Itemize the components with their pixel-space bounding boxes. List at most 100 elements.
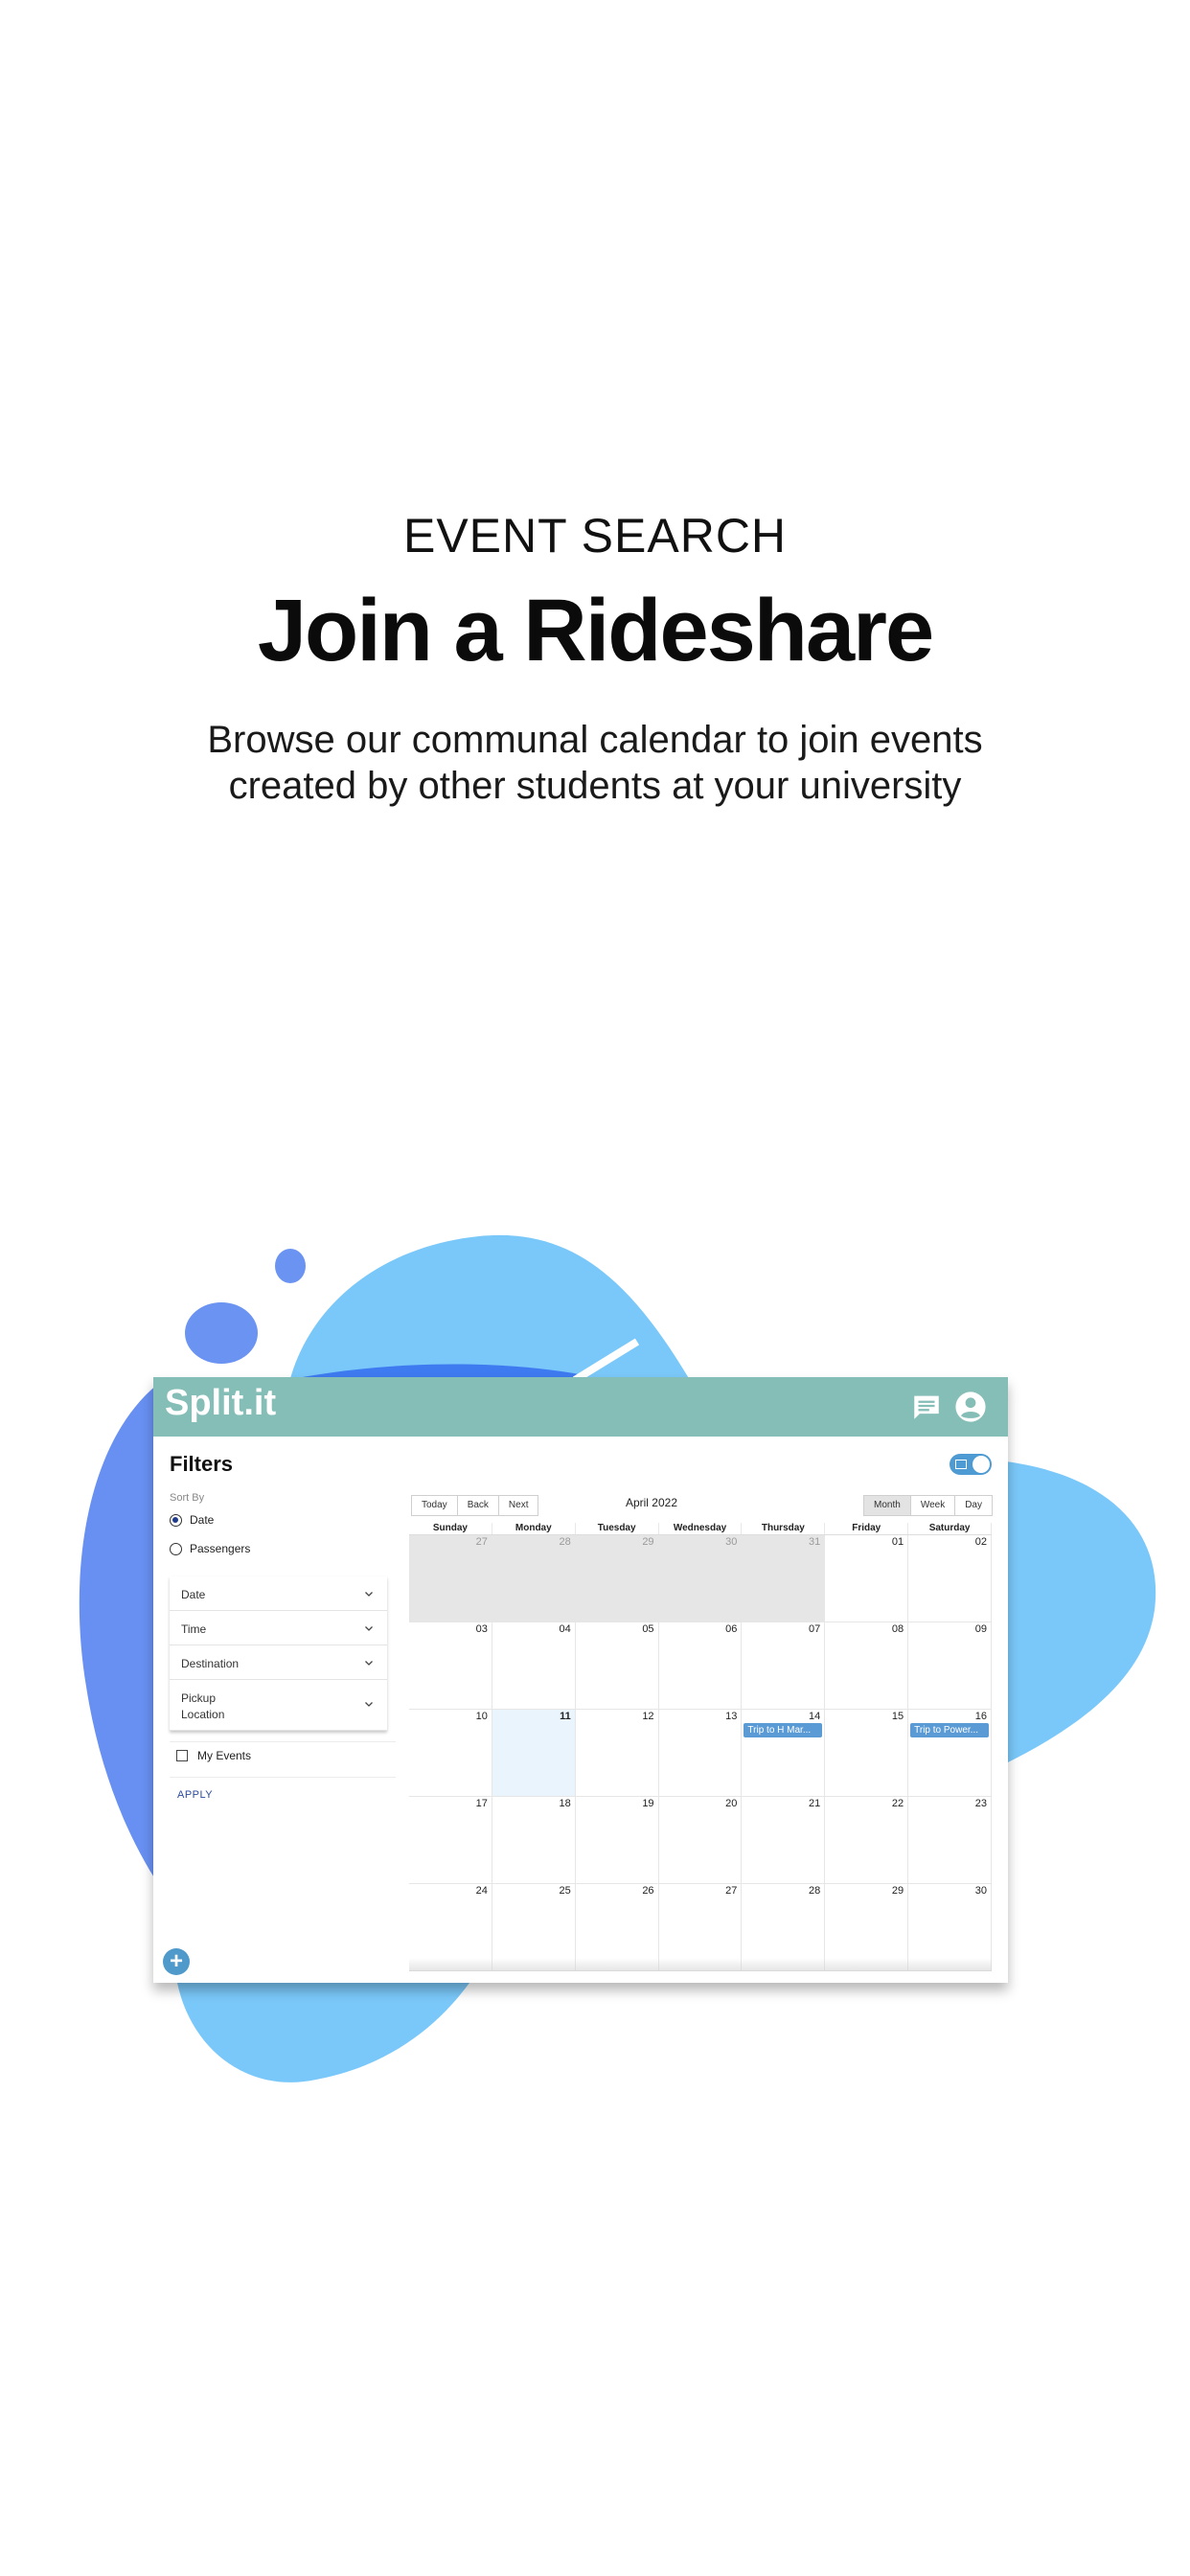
day-number: 14	[809, 1711, 821, 1722]
calendar-day-cell[interactable]: 15	[825, 1710, 909, 1797]
day-number: 08	[891, 1623, 904, 1635]
divider	[170, 1777, 396, 1778]
apply-button[interactable]: APPLY	[177, 1789, 213, 1801]
calendar-day-cell[interactable]: 06	[658, 1622, 743, 1710]
dropdown-destination[interactable]: Destination	[170, 1645, 387, 1680]
calendar-day-cell[interactable]: 20	[658, 1797, 743, 1884]
calendar-day-cell[interactable]: 30	[658, 1535, 743, 1622]
calendar-day-cell[interactable]: 31	[742, 1535, 826, 1622]
weekday-label: Thursday	[742, 1523, 826, 1534]
day-number: 10	[475, 1711, 488, 1722]
back-button[interactable]: Back	[456, 1495, 499, 1516]
my-events-label: My Events	[197, 1749, 252, 1762]
calendar-day-cell[interactable]: 10	[409, 1710, 492, 1797]
dropdown-date[interactable]: Date	[170, 1576, 387, 1611]
today-button[interactable]: Today	[411, 1495, 458, 1516]
calendar-event[interactable]: Trip to H Mar...	[744, 1723, 823, 1737]
calendar-day-cell[interactable]: 18	[492, 1797, 576, 1884]
calendar-day-cell[interactable]: 28	[492, 1535, 576, 1622]
dropdown-pickup-location[interactable]: Pickup Location	[170, 1680, 387, 1731]
calendar-day-cell[interactable]: 11	[492, 1710, 576, 1797]
filters-title: Filters	[170, 1452, 234, 1476]
day-number: 07	[809, 1623, 821, 1635]
day-number: 27	[475, 1536, 488, 1548]
sort-option-passengers[interactable]: Passengers	[170, 1542, 250, 1555]
weekday-label: Wednesday	[659, 1523, 743, 1534]
day-number: 23	[974, 1798, 987, 1809]
sort-by-label: Sort By	[170, 1492, 205, 1504]
calendar-day-cell[interactable]: 14 Trip to H Mar...	[742, 1710, 826, 1797]
calendar-views: Month Week Day	[863, 1495, 993, 1516]
calendar-day-cell[interactable]: 13	[658, 1710, 743, 1797]
day-number: 22	[891, 1798, 904, 1809]
dropdown-label: Pickup Location	[181, 1691, 225, 1721]
radio-selected-icon[interactable]	[170, 1513, 182, 1527]
chat-icon[interactable]	[910, 1391, 943, 1423]
chevron-down-icon	[365, 1626, 373, 1631]
dropdown-time[interactable]: Time	[170, 1611, 387, 1645]
radio-unselected-icon[interactable]	[170, 1542, 182, 1555]
calendar-day-cell[interactable]: 17	[409, 1797, 492, 1884]
medium-dot	[185, 1302, 258, 1364]
day-number: 30	[974, 1885, 987, 1897]
day-view-button[interactable]: Day	[954, 1495, 993, 1516]
day-number: 20	[725, 1798, 738, 1809]
next-button[interactable]: Next	[497, 1495, 539, 1516]
calendar-nav: Today Back Next	[411, 1495, 539, 1516]
day-number: 05	[642, 1623, 654, 1635]
day-number: 28	[809, 1885, 821, 1897]
sort-option-date[interactable]: Date	[170, 1513, 214, 1527]
calendar-day-cell[interactable]: 09	[908, 1622, 992, 1710]
day-number: 29	[891, 1885, 904, 1897]
month-view-button[interactable]: Month	[863, 1495, 911, 1516]
week-view-button[interactable]: Week	[909, 1495, 956, 1516]
day-number: 12	[642, 1711, 654, 1722]
add-event-button[interactable]: +	[163, 1948, 190, 1975]
calendar-day-cell[interactable]: 02	[908, 1535, 992, 1622]
subtitle-line-1: Browse our communal calendar to join eve…	[207, 719, 983, 761]
calendar-day-cell[interactable]: 22	[825, 1797, 909, 1884]
account-icon[interactable]	[954, 1391, 987, 1423]
calendar-day-cell[interactable]: 12	[575, 1710, 659, 1797]
chevron-down-icon	[365, 1592, 373, 1597]
calendar-day-cell[interactable]: 03	[409, 1622, 492, 1710]
sort-option-label: Date	[190, 1513, 215, 1527]
day-number: 27	[725, 1885, 738, 1897]
day-number: 15	[891, 1711, 904, 1722]
list-icon	[955, 1460, 967, 1469]
calendar-event[interactable]: Trip to Power...	[910, 1723, 989, 1737]
day-number: 26	[642, 1885, 654, 1897]
checkbox-icon[interactable]	[176, 1750, 188, 1761]
calendar-bottom-shadow	[409, 1958, 992, 1971]
calendar-grid: 27 28 29 30 31 01 02 03 04 05 06 07 08 09 10 11 12 13 14 Tr…	[409, 1535, 992, 1971]
page-subtitle: Browse our communal calendar to join eve…	[0, 717, 1190, 809]
day-number: 11	[560, 1711, 571, 1722]
calendar-day-cell[interactable]: 29	[575, 1535, 659, 1622]
weekday-label: Monday	[492, 1523, 576, 1534]
section-eyebrow: EVENT SEARCH	[402, 509, 788, 563]
sort-option-label: Passengers	[190, 1542, 251, 1555]
day-number: 21	[809, 1798, 821, 1809]
calendar-day-cell[interactable]: 01	[825, 1535, 909, 1622]
my-events-checkbox[interactable]: My Events	[176, 1749, 251, 1762]
divider	[170, 1741, 396, 1742]
weekday-header: Sunday Monday Tuesday Wednesday Thursday Frid…	[409, 1523, 993, 1535]
day-number: 19	[642, 1798, 654, 1809]
plus-icon: +	[169, 1948, 183, 1974]
weekday-label: Tuesday	[576, 1523, 659, 1534]
calendar-day-cell[interactable]: 08	[825, 1622, 909, 1710]
weekday-label: Friday	[825, 1523, 909, 1534]
calendar-day-cell[interactable]: 19	[575, 1797, 659, 1884]
calendar-day-cell[interactable]: 16 Trip to Power...	[908, 1710, 992, 1797]
chevron-down-icon	[365, 1702, 373, 1707]
calendar-day-cell[interactable]: 21	[742, 1797, 826, 1884]
calendar-day-cell[interactable]: 05	[575, 1622, 659, 1710]
day-number: 28	[559, 1536, 571, 1548]
calendar-day-cell[interactable]: 23	[908, 1797, 992, 1884]
logo[interactable]: Split.it	[165, 1383, 276, 1424]
view-toggle[interactable]	[950, 1454, 992, 1475]
calendar-day-cell[interactable]: 04	[492, 1622, 576, 1710]
calendar-day-cell[interactable]: 27	[409, 1535, 492, 1622]
day-number: 04	[559, 1623, 571, 1635]
calendar-day-cell[interactable]: 07	[742, 1622, 826, 1710]
